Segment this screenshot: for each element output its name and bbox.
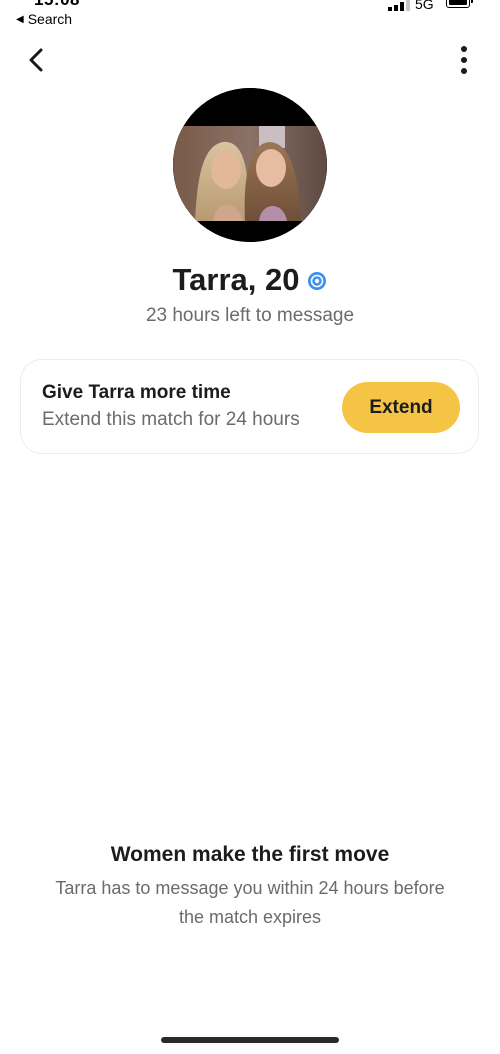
back-button[interactable] — [20, 44, 52, 76]
more-options-button[interactable] — [450, 44, 478, 76]
back-to-app-link[interactable]: ◀ Search — [16, 11, 72, 27]
extend-match-card: Give Tarra more time Extend this match f… — [20, 359, 479, 454]
cellular-signal-icon — [388, 0, 410, 11]
profile-header: Tarra, 20 — [0, 262, 500, 298]
extend-button[interactable]: Extend — [342, 382, 460, 433]
back-triangle-icon: ◀ — [16, 13, 24, 25]
status-bar: 15:08 ◀ Search 5G — [0, 0, 500, 30]
extend-card-title: Give Tarra more time — [42, 382, 231, 403]
chevron-left-icon — [29, 48, 43, 72]
profile-avatar[interactable] — [173, 88, 327, 242]
status-time: 15:08 — [34, 0, 80, 10]
back-to-app-label: Search — [27, 11, 73, 27]
extend-card-subtitle: Extend this match for 24 hours — [42, 409, 300, 430]
battery-icon — [446, 0, 473, 8]
info-title: Women make the first move — [110, 843, 390, 866]
profile-photo — [173, 88, 327, 242]
vertical-dots-icon — [461, 46, 467, 74]
home-indicator — [161, 1037, 339, 1043]
profile-name: Tarra, 20 — [172, 262, 300, 297]
network-type: 5G — [415, 0, 434, 12]
info-text: Tarra has to message you within 24 hours… — [55, 878, 445, 927]
verified-badge-icon — [308, 272, 327, 290]
time-left-text: 23 hours left to message — [145, 305, 355, 326]
